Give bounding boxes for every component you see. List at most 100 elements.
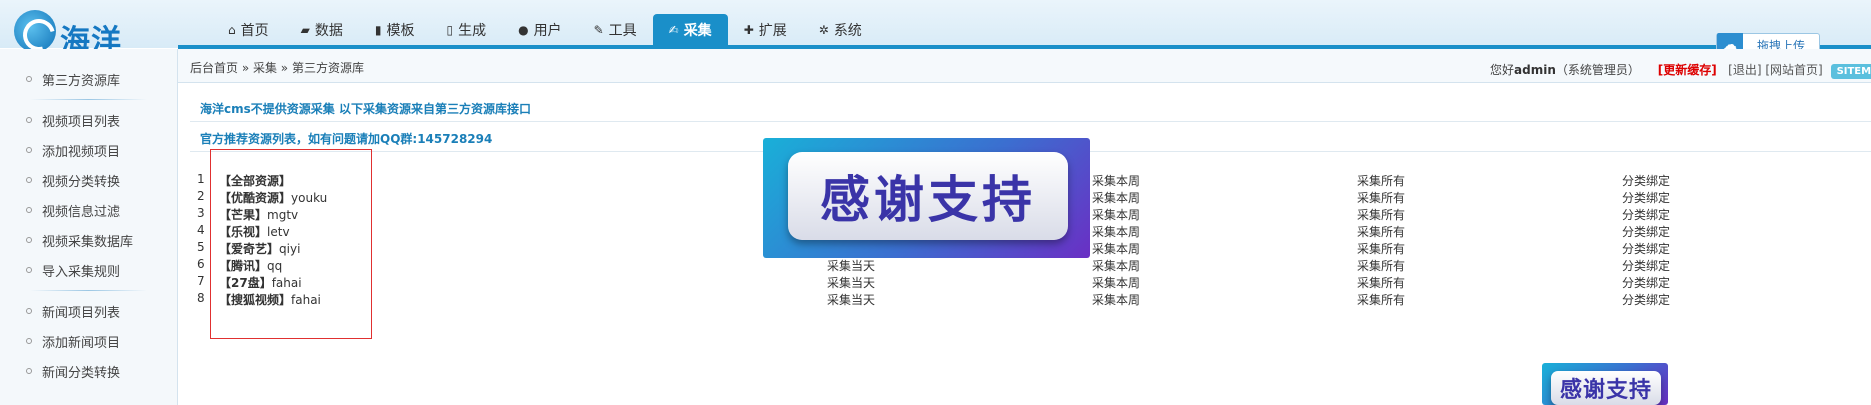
collect-week-link[interactable]: 采集本周 bbox=[1092, 172, 1140, 189]
resource-row: 7 采集当天 采集本周 采集所有 分类绑定 【27盘】fahai bbox=[197, 274, 1697, 291]
collect-all-link[interactable]: 采集所有 bbox=[1357, 291, 1405, 308]
sidebar-item[interactable]: 视频采集数据库 bbox=[0, 225, 177, 255]
resource-index: 1 bbox=[197, 172, 205, 186]
sidebar-item[interactable]: 视频信息过滤 bbox=[0, 195, 177, 225]
resource-index: 6 bbox=[197, 257, 205, 271]
tab-extend[interactable]: ✚ 扩展 bbox=[728, 14, 803, 45]
category-bind-link[interactable]: 分类绑定 bbox=[1622, 240, 1670, 257]
sitemap-badge[interactable]: SITEMA bbox=[1830, 64, 1871, 79]
sidebar-item-label: 视频分类转换 bbox=[42, 174, 121, 190]
category-bind-link[interactable]: 分类绑定 bbox=[1622, 223, 1670, 240]
collect-all-link[interactable]: 采集所有 bbox=[1357, 172, 1405, 189]
sidebar-item-label: 第三方资源库 bbox=[42, 73, 121, 89]
sidebar-item-label: 视频信息过滤 bbox=[42, 204, 121, 220]
nav-label: 首页 bbox=[240, 22, 269, 39]
nav-label: 模板 bbox=[386, 22, 415, 39]
collect-all-link[interactable]: 采集所有 bbox=[1357, 240, 1405, 257]
main-nav: ⌂ 首页 ▰ 数据 ▮ 模板 ▯ 生成 ● 用户 ✎ 工具 ✍ 采集 ✚ 扩展 ✲ 系统 bbox=[212, 14, 878, 45]
resource-row: 6 采集当天 采集本周 采集所有 分类绑定 【腾讯】qq bbox=[197, 257, 1697, 274]
divider bbox=[190, 121, 1871, 122]
tab-user[interactable]: ● 用户 bbox=[502, 14, 577, 45]
user-icon: ● bbox=[518, 22, 529, 37]
data-icon: ▰ bbox=[300, 22, 310, 37]
collect-week-link[interactable]: 采集本周 bbox=[1092, 189, 1140, 206]
collect-all-link[interactable]: 采集所有 bbox=[1357, 206, 1405, 223]
category-bind-link[interactable]: 分类绑定 bbox=[1622, 291, 1670, 308]
sidebar-divider bbox=[30, 290, 147, 291]
sidebar-item[interactable]: 新闻分类转换 bbox=[0, 356, 177, 386]
logout-link[interactable]: [退出] bbox=[1728, 63, 1761, 77]
collect-week-link[interactable]: 采集本周 bbox=[1092, 223, 1140, 240]
category-bind-link[interactable]: 分类绑定 bbox=[1622, 172, 1670, 189]
tab-system[interactable]: ✲ 系统 bbox=[803, 14, 878, 45]
collect-all-link[interactable]: 采集所有 bbox=[1357, 274, 1405, 291]
sidebar-item[interactable]: 视频分类转换 bbox=[0, 165, 177, 195]
sidebar-item-label: 添加新闻项目 bbox=[42, 335, 121, 351]
breadcrumb: 后台首页 » 采集 » 第三方资源库 bbox=[190, 61, 364, 75]
resource-index: 8 bbox=[197, 291, 205, 305]
bullet-icon bbox=[26, 308, 32, 314]
wrench-icon: ✎ bbox=[593, 22, 604, 37]
source-notice: 海洋cms不提供资源采集 以下采集资源来自第三方资源库接口 bbox=[200, 102, 531, 116]
sidebar-item[interactable]: 第三方资源库 bbox=[0, 64, 177, 94]
sidebar: 第三方资源库 视频项目列表 添加视频项目 视频分类转换 视频信息过滤 视频采集数据库导入采… bbox=[0, 49, 178, 405]
edit-icon: ✍ bbox=[668, 22, 679, 37]
thanks-banner: 感谢支持 bbox=[763, 138, 1090, 258]
nav-label: 工具 bbox=[608, 22, 637, 39]
sidebar-item[interactable]: 添加新闻项目 bbox=[0, 326, 177, 356]
thanks-badge-text: 感谢支持 bbox=[1551, 371, 1661, 405]
category-bind-link[interactable]: 分类绑定 bbox=[1622, 189, 1670, 206]
thanks-badge: 感谢支持 bbox=[1542, 363, 1668, 405]
sidebar-item[interactable]: 添加视频项目 bbox=[0, 135, 177, 165]
bullet-icon bbox=[26, 267, 32, 273]
bullet-icon bbox=[26, 368, 32, 374]
puzzle-icon: ✚ bbox=[743, 22, 754, 37]
tab-collect[interactable]: ✍ 采集 bbox=[652, 14, 728, 45]
sidebar-divider bbox=[30, 99, 147, 100]
user-info: 您好admin（系统管理员） [更新缓存] [退出] [网站首页] SITEMA bbox=[1490, 61, 1871, 79]
collect-week-link[interactable]: 采集本周 bbox=[1092, 240, 1140, 257]
site-home-link[interactable]: [网站首页] bbox=[1765, 63, 1822, 77]
collect-week-link[interactable]: 采集本周 bbox=[1092, 257, 1140, 274]
tab-home[interactable]: ⌂ 首页 bbox=[212, 14, 285, 45]
collect-today-link[interactable]: 采集当天 bbox=[827, 291, 875, 308]
file-icon: ▯ bbox=[446, 22, 454, 37]
resource-index: 3 bbox=[197, 206, 205, 220]
collect-all-link[interactable]: 采集所有 bbox=[1357, 189, 1405, 206]
collect-all-link[interactable]: 采集所有 bbox=[1357, 257, 1405, 274]
nav-label: 扩展 bbox=[758, 22, 787, 39]
nav-label: 系统 bbox=[833, 22, 862, 39]
collect-all-link[interactable]: 采集所有 bbox=[1357, 223, 1405, 240]
category-bind-link[interactable]: 分类绑定 bbox=[1622, 206, 1670, 223]
collect-week-link[interactable]: 采集本周 bbox=[1092, 274, 1140, 291]
category-bind-link[interactable]: 分类绑定 bbox=[1622, 257, 1670, 274]
category-bind-link[interactable]: 分类绑定 bbox=[1622, 274, 1670, 291]
logo-wave-icon bbox=[14, 10, 56, 52]
template-icon: ▮ bbox=[374, 22, 382, 37]
collect-week-link[interactable]: 采集本周 bbox=[1092, 206, 1140, 223]
refresh-cache-link[interactable]: [更新缓存] bbox=[1658, 63, 1717, 77]
bullet-icon bbox=[26, 338, 32, 344]
tab-template[interactable]: ▮ 模板 bbox=[359, 14, 431, 45]
thanks-banner-text: 感谢支持 bbox=[788, 152, 1068, 240]
collect-today-link[interactable]: 采集当天 bbox=[827, 257, 875, 274]
collect-today-link[interactable]: 采集当天 bbox=[827, 274, 875, 291]
sidebar-item-label: 视频项目列表 bbox=[42, 114, 121, 130]
sidebar-item-label: 添加视频项目 bbox=[42, 144, 121, 160]
tab-generate[interactable]: ▯ 生成 bbox=[430, 14, 502, 45]
sidebar-item[interactable]: 视频项目列表 bbox=[0, 105, 177, 135]
bullet-icon bbox=[26, 117, 32, 123]
bullet-icon bbox=[26, 177, 32, 183]
sidebar-item[interactable]: 导入采集规则 bbox=[0, 255, 177, 285]
tab-data[interactable]: ▰ 数据 bbox=[285, 14, 359, 45]
username: admin bbox=[1514, 63, 1556, 77]
gear-icon: ✲ bbox=[818, 22, 829, 37]
collect-week-link[interactable]: 采集本周 bbox=[1092, 291, 1140, 308]
tab-tools[interactable]: ✎ 工具 bbox=[578, 14, 653, 45]
sidebar-item[interactable]: 新闻项目列表 bbox=[0, 296, 177, 326]
bullet-icon bbox=[26, 207, 32, 213]
sidebar-item-label: 视频采集数据库 bbox=[42, 234, 134, 250]
nav-label: 采集 bbox=[683, 22, 712, 39]
nav-label: 用户 bbox=[533, 22, 562, 39]
bullet-icon bbox=[26, 237, 32, 243]
